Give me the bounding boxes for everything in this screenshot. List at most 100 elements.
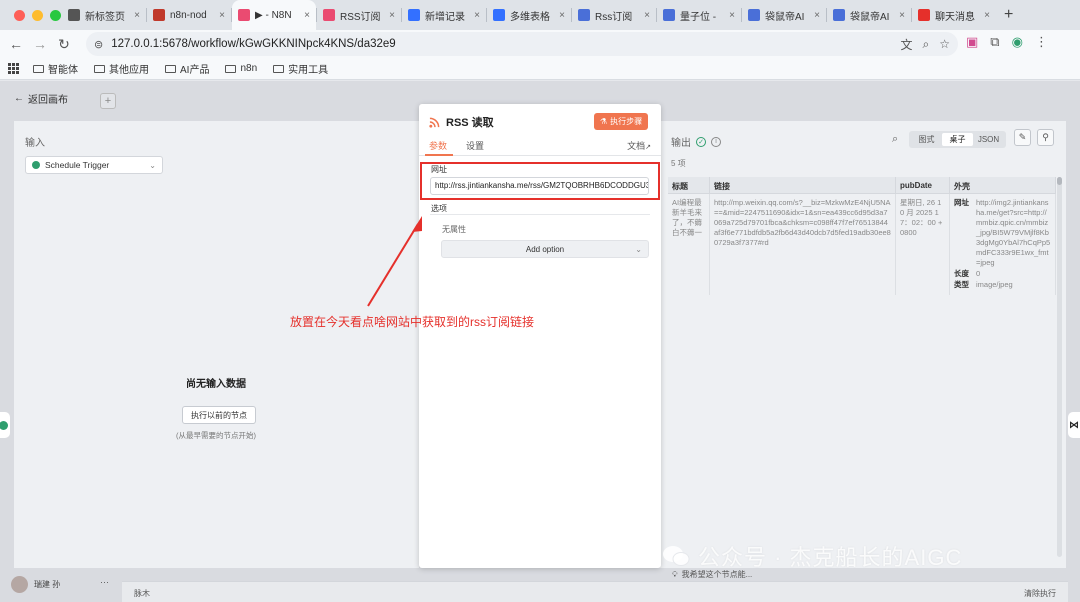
browser-tab[interactable]: 新标签页 × (62, 0, 146, 30)
browser-tab[interactable]: RSS订阅 × (317, 0, 401, 30)
execute-step-label: 执行步骤 (610, 117, 643, 126)
address-bar-row: ← → ↻ ⊜ 127.0.0.1:5678/workflow/kGwGKKNI… (0, 30, 1080, 58)
execute-step-button[interactable]: ⚗ 执行步骤 (594, 113, 649, 130)
tab-label: 聊天消息 (935, 11, 975, 23)
back-arrow-icon[interactable]: ← (4, 36, 28, 52)
tab-label: 量子位 - (680, 11, 717, 23)
chevron-down-icon: ⌄ (635, 244, 642, 254)
view-option[interactable]: JSON (973, 133, 1004, 146)
table-row: AI编程最新羊毛来了，不薅白不薅一 http://mp.weixin.qq.co… (668, 194, 1056, 295)
bookmark-folder[interactable]: 其他应用 (94, 61, 149, 76)
close-tab-icon[interactable]: × (474, 10, 480, 21)
execute-previous-nodes-button[interactable]: 执行以前的节点 (182, 406, 256, 424)
info-icon[interactable]: i (711, 136, 721, 147)
puzzle-icon[interactable]: ⧉ (990, 34, 999, 50)
new-tab-button[interactable]: + (996, 6, 1021, 24)
column-header[interactable]: 标题 (668, 177, 710, 193)
active-tab-indicator (425, 154, 453, 156)
menu-dots-icon[interactable]: ⋮ (1035, 34, 1048, 50)
view-option[interactable]: 桌子 (942, 133, 973, 146)
profile-icon[interactable]: ◉ (1012, 34, 1023, 50)
tab-favicon-icon (663, 9, 675, 21)
close-tab-icon[interactable]: × (389, 10, 395, 21)
close-tab-icon[interactable]: × (984, 10, 990, 21)
add-option-button[interactable]: Add option ⌄ (441, 240, 649, 258)
browser-tab[interactable]: 新增记录 × (402, 0, 486, 30)
tab-settings[interactable]: 设置 (466, 139, 484, 152)
browser-tabs: 新标签页 × n8n-nod × ▶ - N8N × RSS订阅 × 新增记录 × 多维表格 × Rss… (62, 0, 996, 30)
translate-icon[interactable]: 文 (900, 36, 912, 53)
node-tabs: 参数 设置 (419, 134, 661, 156)
search-icon[interactable]: ⌕ (892, 133, 898, 146)
apps-grid-icon[interactable] (8, 63, 19, 74)
tab-favicon-icon (833, 9, 845, 21)
clock-icon (0, 420, 8, 430)
view-option[interactable]: 图式 (911, 133, 942, 146)
bookmark-folder[interactable]: n8n (225, 61, 257, 76)
bookmark-list: 智能体 其他应用 AI产品 n8n 实用工具 (33, 61, 344, 76)
close-tab-icon[interactable]: × (644, 10, 650, 21)
url-actions: 文 ⌕ ☆ (900, 32, 950, 56)
tab-label: 袋鼠帝AI (850, 11, 890, 23)
add-option-label: Add option (525, 244, 565, 254)
column-header[interactable]: 链接 (710, 177, 896, 193)
folder-icon (33, 64, 44, 73)
site-info-icon[interactable]: ⊜ (94, 38, 103, 51)
browser-tab[interactable]: ▶ - N8N × (232, 0, 316, 30)
forward-arrow-icon[interactable]: → (28, 36, 52, 52)
enclosure-key: 网址 (954, 198, 969, 207)
column-header[interactable]: 外壳 (950, 177, 1056, 193)
close-window-button[interactable] (14, 9, 25, 21)
close-tab-icon[interactable]: × (814, 10, 820, 21)
browser-tab[interactable]: 聊天消息 × (912, 0, 996, 30)
no-properties-text: 无属性 (442, 225, 466, 234)
clock-icon (32, 161, 40, 169)
browser-tab[interactable]: 袋鼠帝AI × (742, 0, 826, 30)
close-tab-icon[interactable]: × (219, 10, 225, 21)
close-tab-icon[interactable]: × (899, 10, 905, 21)
prev-node-tab[interactable] (0, 412, 10, 438)
bookmark-label: n8n (240, 63, 258, 74)
url-field[interactable]: ⊜ 127.0.0.1:5678/workflow/kGwGKKNINpck4K… (86, 32, 958, 56)
maximize-window-button[interactable] (50, 9, 61, 21)
edit-output-button[interactable]: ✎ (1014, 129, 1031, 146)
flask-icon: ⚗ (600, 117, 608, 126)
input-panel: 输入 Schedule Trigger ⌄ 尚无输入数据 执行以前的节点 (从最… (14, 121, 419, 568)
browser-tab[interactable]: 多维表格 × (487, 0, 571, 30)
output-scrollbar[interactable] (1057, 177, 1062, 557)
user-menu-dots-icon[interactable]: ··· (100, 577, 109, 587)
pin-data-button[interactable]: ⚲ (1037, 129, 1054, 146)
tab-favicon-icon (68, 9, 80, 21)
browser-tab[interactable]: Rss订阅 × (572, 0, 656, 30)
tab-parameters[interactable]: 参数 (429, 139, 447, 152)
close-tab-icon[interactable]: × (729, 10, 735, 21)
minimize-window-button[interactable] (32, 9, 43, 21)
close-tab-icon[interactable]: × (304, 10, 310, 21)
close-tab-icon[interactable]: × (559, 10, 565, 21)
bookmark-folder[interactable]: AI产品 (165, 61, 209, 76)
column-header[interactable]: pubDate (896, 177, 950, 193)
browser-tab[interactable]: n8n-nod × (147, 0, 231, 30)
output-panel: 输出 ✓ i 5 项 ⌕ 图式 桌子 JSON ✎ ⚲ 标题 链接 pubDate 外壳 … (660, 121, 1066, 568)
bookmark-folder[interactable]: 实用工具 (273, 61, 328, 76)
bookmark-folder[interactable]: 智能体 (33, 61, 78, 76)
docs-link[interactable]: 文档↗ (627, 139, 651, 152)
next-node-tab[interactable]: ⋈ (1068, 412, 1080, 438)
back-to-canvas[interactable]: ← 返回画布 (14, 91, 68, 106)
table-header: 标题 链接 pubDate 外壳 (668, 177, 1056, 194)
avatar[interactable] (11, 576, 28, 593)
zoom-icon[interactable]: ⌕ (923, 37, 930, 52)
add-node-button[interactable]: + (100, 93, 116, 109)
logs-label[interactable]: 脉木 (134, 588, 150, 599)
clear-execution-button[interactable]: 清除执行 (1024, 588, 1056, 599)
browser-tab[interactable]: 袋鼠帝AI × (827, 0, 911, 30)
browser-tab[interactable]: 量子位 - × (657, 0, 741, 30)
user-name: 瑞建 孙 (34, 580, 61, 589)
close-tab-icon[interactable]: × (134, 10, 140, 21)
input-node-label: Schedule Trigger (45, 160, 110, 170)
reload-icon[interactable]: ↻ (52, 36, 76, 53)
extension-icon[interactable]: ▣ (966, 34, 978, 50)
back-to-canvas-label: 返回画布 (28, 95, 68, 106)
bookmark-star-icon[interactable]: ☆ (939, 37, 950, 51)
input-node-select[interactable]: Schedule Trigger ⌄ (25, 156, 163, 174)
